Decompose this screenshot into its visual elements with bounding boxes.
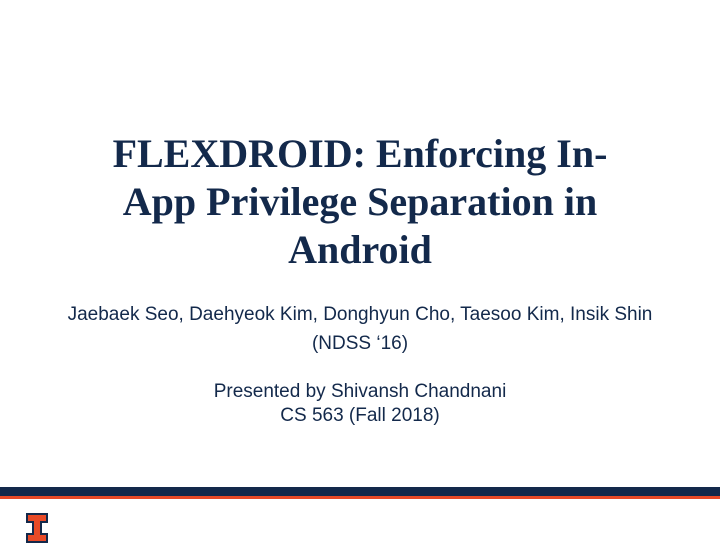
title-line-2: App Privilege Separation in bbox=[123, 179, 597, 224]
title-line-1: FLEXDROID: Enforcing In- bbox=[113, 131, 608, 176]
footer bbox=[0, 499, 720, 557]
presenter-line: Presented by Shivansh Chandnani bbox=[40, 379, 680, 406]
course-line: CS 563 (Fall 2018) bbox=[40, 405, 680, 427]
slide-title: FLEXDROID: Enforcing In- App Privilege S… bbox=[40, 130, 680, 274]
footer-accent-bar bbox=[0, 487, 720, 499]
illinois-block-i-icon bbox=[26, 513, 48, 543]
title-line-3: Android bbox=[288, 227, 432, 272]
authors-line: Jaebaek Seo, Daehyeok Kim, Donghyun Cho,… bbox=[40, 302, 680, 329]
slide-content: FLEXDROID: Enforcing In- App Privilege S… bbox=[0, 130, 720, 427]
venue-line: (NDSS ‘16) bbox=[40, 333, 680, 355]
slide: FLEXDROID: Enforcing In- App Privilege S… bbox=[0, 0, 720, 557]
